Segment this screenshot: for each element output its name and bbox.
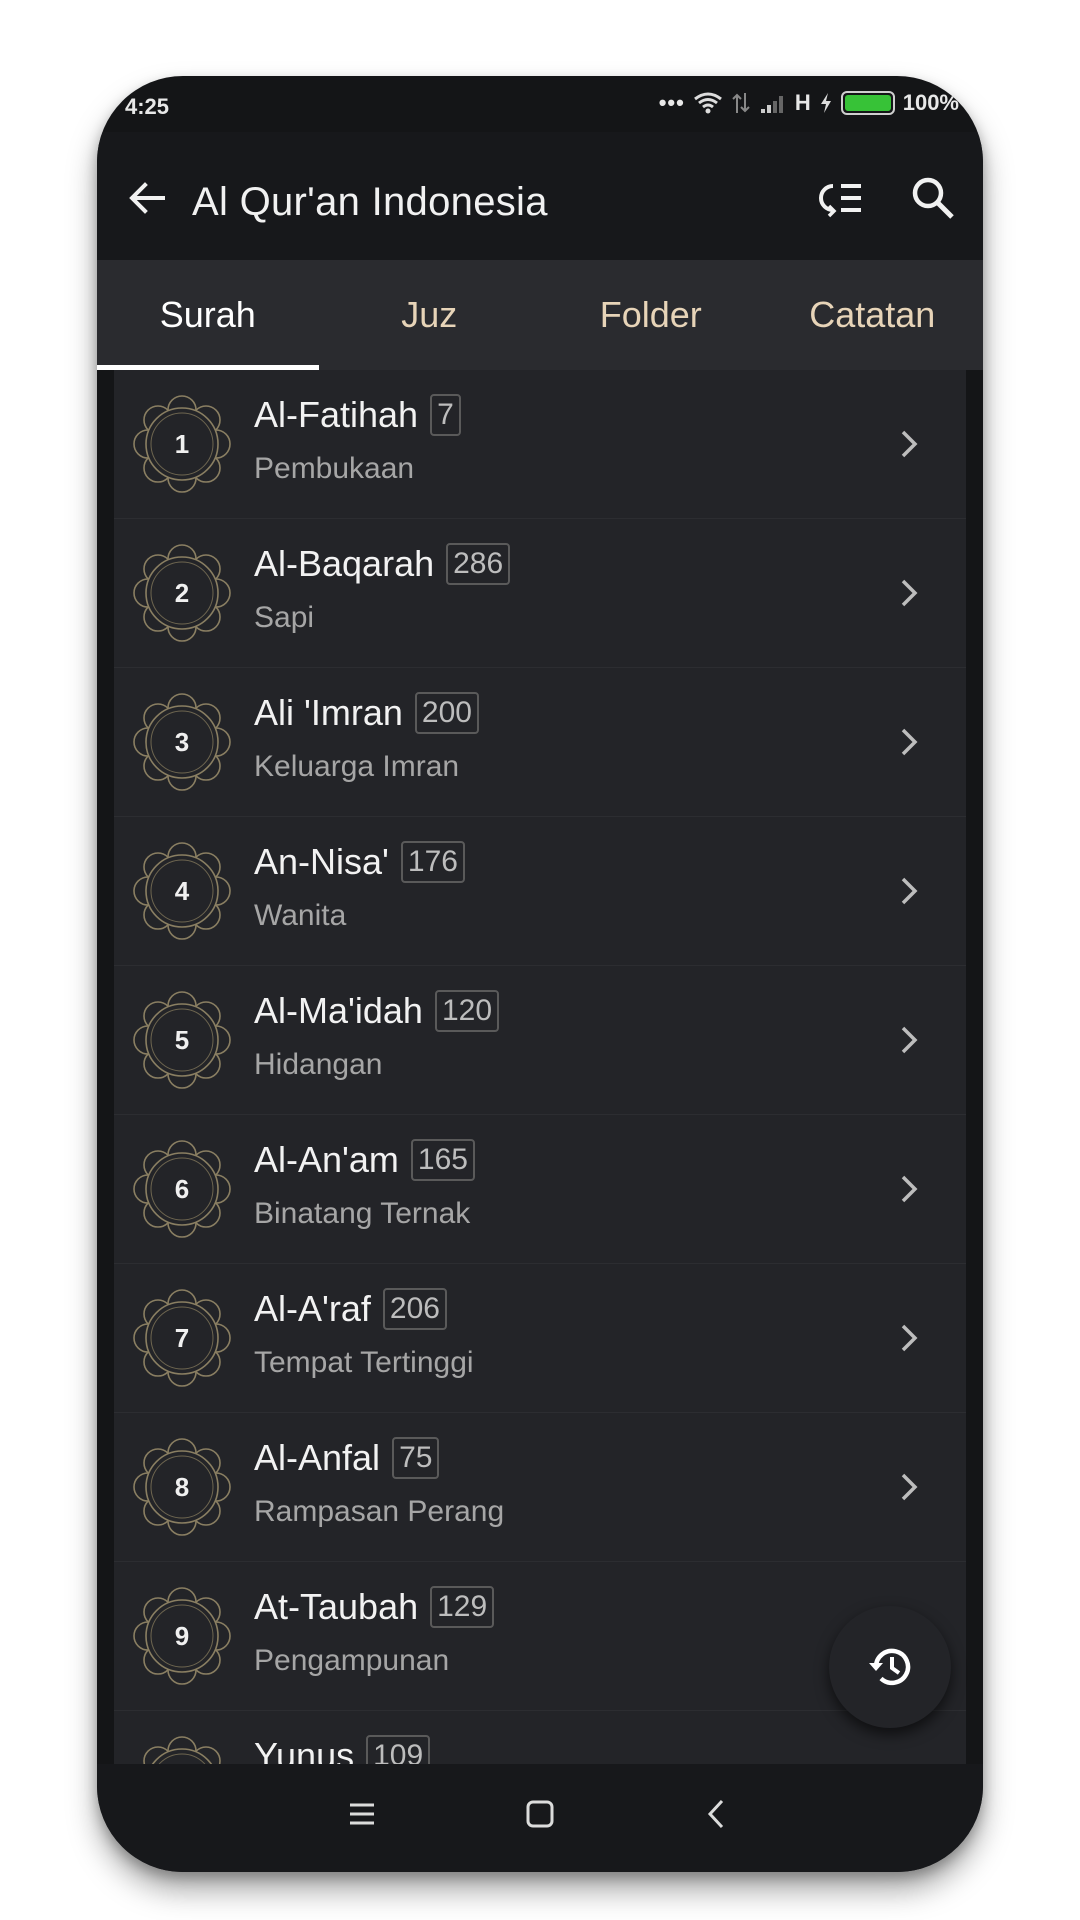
chevron-right-icon xyxy=(901,579,918,607)
surah-name: Ali 'Imran xyxy=(254,692,403,733)
surah-meaning: Binatang Ternak xyxy=(254,1197,471,1230)
surah-meaning: Pengampunan xyxy=(254,1644,450,1677)
surah-row[interactable]: 3 Ali 'Imran 200 Keluarga Imran xyxy=(114,668,966,817)
surah-title: An-Nisa' 176 xyxy=(254,841,465,883)
tab-folder[interactable]: Folder xyxy=(540,260,762,370)
surah-meaning: Keluarga Imran xyxy=(254,750,460,783)
surah-row[interactable]: 4 An-Nisa' 176 Wanita xyxy=(114,817,966,966)
ayat-count: 176 xyxy=(400,841,465,883)
ayat-count: 75 xyxy=(392,1437,440,1479)
tab-juz[interactable]: Juz xyxy=(319,260,541,370)
signal-icon xyxy=(760,96,783,113)
data-arrows-icon xyxy=(732,93,750,113)
chevron-right-icon xyxy=(901,877,918,905)
app-bar: Al Qur'an Indonesia xyxy=(97,132,983,260)
wifi-icon xyxy=(693,92,722,114)
surah-name: Al-Ma'idah xyxy=(254,990,423,1031)
surah-title: Al-Anfal 75 xyxy=(254,1437,440,1479)
surah-row[interactable]: 2 Al-Baqarah 286 Sapi xyxy=(114,519,966,668)
surah-meaning: Rampasan Perang xyxy=(254,1495,505,1528)
status-icons: ••• H 100% xyxy=(659,90,959,116)
surah-meaning: Tempat Tertinggi xyxy=(254,1346,474,1379)
surah-row[interactable]: 8 Al-Anfal 75 Rampasan Perang xyxy=(114,1413,966,1562)
tab-catatan[interactable]: Catatan xyxy=(762,260,984,370)
surah-name: Al-Fatihah xyxy=(254,394,419,435)
history-button[interactable] xyxy=(829,1606,951,1728)
surah-meaning: Pembukaan xyxy=(254,452,415,485)
surah-name: At-Taubah xyxy=(254,1586,419,1627)
sort-list-icon[interactable] xyxy=(817,176,865,220)
home-square-icon[interactable] xyxy=(520,1794,560,1834)
tab-bar: Surah Juz Folder Catatan xyxy=(97,260,983,370)
chevron-right-icon xyxy=(901,1324,918,1352)
search-icon[interactable] xyxy=(909,174,957,222)
ayat-count: 200 xyxy=(414,692,479,734)
ayat-count: 165 xyxy=(410,1139,475,1181)
chevron-right-icon xyxy=(901,1026,918,1054)
surah-meaning: Hidangan xyxy=(254,1048,383,1081)
surah-row[interactable]: 1 Al-Fatihah 7 Pembukaan xyxy=(114,370,966,519)
surah-meaning: Sapi xyxy=(254,601,315,634)
system-nav-bar xyxy=(97,1764,983,1872)
surah-title: Al-Ma'idah 120 xyxy=(254,990,500,1032)
chevron-right-icon xyxy=(901,430,918,458)
surah-title: Al-A'raf 206 xyxy=(254,1288,447,1330)
menu-icon[interactable] xyxy=(342,1794,382,1834)
chevron-right-icon xyxy=(901,728,918,756)
back-chevron-icon[interactable] xyxy=(697,1794,737,1834)
ayat-count: 206 xyxy=(382,1288,447,1330)
status-bar: 4:25 ••• H 100% xyxy=(97,76,983,132)
surah-name: An-Nisa' xyxy=(254,841,389,882)
surah-number: 1 xyxy=(174,429,190,459)
surah-title: Al-Baqarah 286 xyxy=(254,543,511,585)
surah-number: 2 xyxy=(174,578,190,608)
ayat-count: 120 xyxy=(434,990,500,1032)
status-time: 4:25 xyxy=(125,94,170,119)
ayat-count: 286 xyxy=(446,543,511,585)
surah-title: Al-Fatihah 7 xyxy=(254,394,461,436)
history-icon xyxy=(869,1648,911,1686)
ayat-count: 129 xyxy=(430,1586,495,1628)
battery-icon xyxy=(840,91,895,115)
surah-title: Al-An'am 165 xyxy=(254,1139,475,1181)
surah-row[interactable]: 5 Al-Ma'idah 120 Hidangan xyxy=(114,966,966,1115)
surah-name: Al-An'am xyxy=(254,1139,399,1180)
surah-name: Al-Baqarah xyxy=(254,543,435,584)
surah-number: 3 xyxy=(174,727,190,757)
phone-frame: 4:25 ••• H 100% Al Qur'an Indonesia Sura… xyxy=(97,76,983,1872)
chevron-right-icon xyxy=(901,1473,918,1501)
surah-title: At-Taubah 129 xyxy=(254,1586,495,1628)
surah-row[interactable]: 7 Al-A'raf 206 Tempat Tertinggi xyxy=(114,1264,966,1413)
surah-number: 5 xyxy=(174,1025,190,1055)
surah-number: 7 xyxy=(174,1323,190,1353)
surah-name: Al-A'raf xyxy=(254,1288,371,1329)
surah-number: 9 xyxy=(174,1621,190,1651)
surah-row[interactable]: 6 Al-An'am 165 Binatang Ternak xyxy=(114,1115,966,1264)
ayat-count: 7 xyxy=(430,394,461,436)
more-dots-icon: ••• xyxy=(658,90,685,115)
battery-level: 100% xyxy=(902,90,959,115)
charging-icon xyxy=(820,93,831,113)
page-title: Al Qur'an Indonesia xyxy=(192,180,548,224)
network-type: H xyxy=(794,90,811,115)
surah-meaning: Wanita xyxy=(254,899,347,932)
surah-title: Ali 'Imran 200 xyxy=(254,692,479,734)
arrow-left-icon[interactable] xyxy=(125,176,169,220)
tab-surah[interactable]: Surah xyxy=(97,260,319,370)
chevron-right-icon xyxy=(901,1175,918,1203)
surah-list: 1 Al-Fatihah 7 Pembukaan 2 Al-Baqarah 28… xyxy=(114,370,966,1785)
surah-number: 8 xyxy=(174,1472,190,1502)
surah-number: 4 xyxy=(174,876,190,906)
surah-name: Al-Anfal xyxy=(254,1437,381,1478)
surah-number: 6 xyxy=(174,1174,190,1204)
